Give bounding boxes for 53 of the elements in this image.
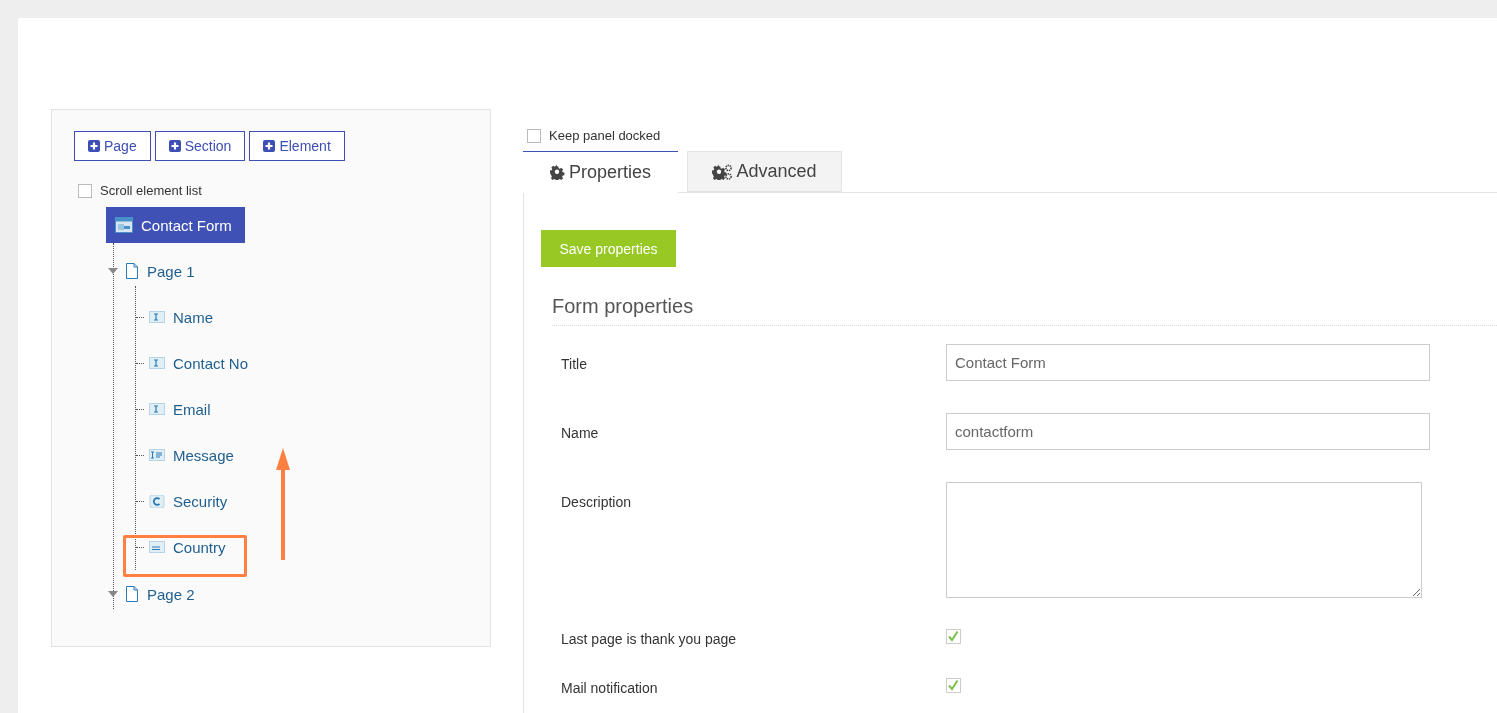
field-label: Title	[561, 355, 588, 372]
tab[interactable]: Advanced	[687, 151, 842, 192]
tree-item[interactable]: Country	[136, 524, 490, 570]
checkbox-label: Keep panel docked	[549, 128, 661, 143]
tree-label: Page 2	[147, 585, 195, 603]
text-field[interactable]: Contact Form	[946, 344, 1430, 381]
field-label: Last page is thank you page	[561, 630, 738, 647]
checkbox[interactable]	[946, 678, 961, 693]
text-field-icon	[149, 402, 165, 416]
field-label: Mail notification	[561, 679, 659, 696]
tree-label: Contact Form	[141, 216, 232, 234]
text-field-icon	[149, 310, 165, 324]
check-icon	[947, 679, 959, 691]
gears-icon	[712, 163, 733, 180]
tree-label: Name	[173, 308, 213, 326]
tree-item[interactable]: Page 2	[108, 579, 490, 609]
field-label: Description	[561, 493, 633, 510]
tree-label: Email	[173, 400, 211, 418]
plus-icon	[88, 140, 100, 152]
tree-item[interactable]: Contact Form	[106, 207, 245, 243]
plus-icon	[263, 140, 276, 152]
tree-item[interactable]: Email	[136, 386, 490, 432]
tree-label: Contact No	[173, 354, 249, 372]
tree-item[interactable]: Contact No	[136, 340, 490, 386]
gear-icon	[549, 164, 565, 180]
plus-icon	[168, 140, 181, 152]
tree-label: Country	[173, 538, 226, 556]
tree-label: Security	[173, 492, 228, 510]
page-icon	[126, 263, 138, 279]
add-button[interactable]: Section	[154, 131, 246, 161]
add-button[interactable]: Element	[249, 131, 345, 161]
text-area-icon	[149, 448, 165, 462]
checkbox[interactable]	[946, 629, 961, 644]
text-area[interactable]	[946, 482, 1422, 598]
tree-item[interactable]: Name	[136, 294, 490, 340]
list-field-icon	[149, 540, 165, 554]
tab[interactable]: Properties	[523, 151, 678, 193]
c-letter-icon	[149, 494, 165, 508]
section-title: Form properties	[552, 295, 1497, 326]
form-icon	[115, 217, 133, 233]
page-icon	[126, 586, 138, 602]
text-field-icon	[149, 356, 165, 370]
text-field[interactable]: contactform	[946, 413, 1430, 450]
add-button[interactable]: Page	[74, 131, 151, 161]
tree-label: Message	[173, 446, 234, 464]
checkbox[interactable]	[78, 183, 92, 198]
tree-label: Page 1	[147, 262, 195, 280]
checkbox-label: Scroll element list	[100, 183, 202, 198]
field-label: Name	[561, 424, 600, 441]
check-icon	[947, 630, 959, 642]
tree-item[interactable]: Page 1	[108, 256, 490, 286]
checkbox[interactable]	[527, 128, 541, 143]
tree-item[interactable]: Security	[136, 478, 490, 524]
